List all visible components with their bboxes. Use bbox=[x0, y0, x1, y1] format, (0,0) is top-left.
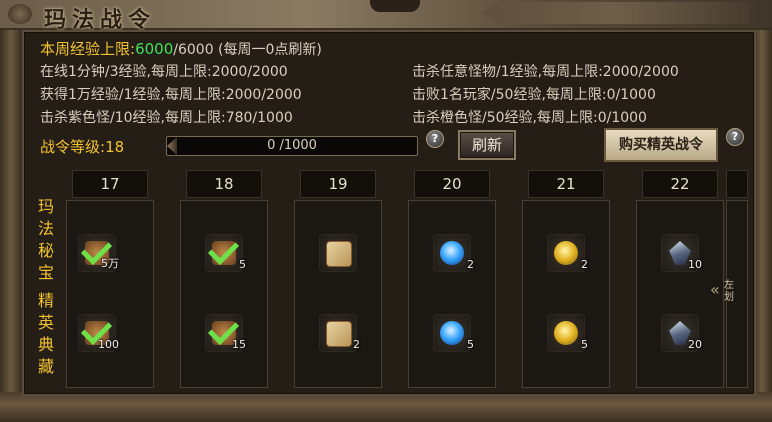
rule-kill-any: 击杀任意怪物/1经验,每周上限:2000/2000 bbox=[412, 64, 679, 80]
title-ornament-icon bbox=[8, 4, 32, 24]
side-char: 典 bbox=[37, 335, 54, 354]
reward-slot[interactable]: 2 bbox=[319, 314, 360, 352]
blue-flame-icon bbox=[440, 241, 464, 265]
weekly-exp-rest: /6000 (每周一0点刷新) bbox=[173, 42, 322, 58]
reward-slot[interactable] bbox=[319, 234, 357, 272]
reward-count: 20 bbox=[688, 338, 702, 351]
side-char: 藏 bbox=[37, 357, 54, 376]
refresh-button[interactable]: 刷新 bbox=[458, 130, 516, 160]
level-column bbox=[66, 200, 154, 388]
weekly-exp-row: 本周经验上限:6000/6000 (每周一0点刷新) bbox=[40, 38, 322, 59]
title-bar: 玛法战令 bbox=[0, 0, 772, 33]
reward-slot[interactable]: 5万 bbox=[78, 233, 119, 272]
side-char: 英 bbox=[37, 313, 54, 332]
side-label-free: 玛 法 秘 宝 精 英 典 藏 bbox=[34, 196, 58, 378]
level-header: 19 bbox=[300, 170, 376, 198]
level-header: 18 bbox=[186, 170, 262, 198]
level-column bbox=[522, 200, 610, 388]
gold-ore-icon bbox=[554, 241, 578, 265]
reward-slot[interactable]: 2 bbox=[433, 234, 474, 272]
reward-slot[interactable]: 5 bbox=[547, 314, 588, 352]
left-border bbox=[0, 30, 22, 422]
side-char: 宝 bbox=[37, 263, 54, 282]
rule-kill-orange: 击杀橙色怪/50经验,每周上限:0/1000 bbox=[412, 110, 647, 126]
progress-bar: 0 /1000 bbox=[166, 136, 418, 156]
progress-text: 0 /1000 bbox=[267, 138, 317, 153]
rule-gain-exp: 获得1万经验/1经验,每周上限:2000/2000 bbox=[40, 87, 302, 103]
reward-slot[interactable]: 5 bbox=[205, 233, 246, 272]
reward-count: 5万 bbox=[101, 257, 119, 270]
reward-count: 100 bbox=[98, 338, 119, 351]
level-header: 22 bbox=[642, 170, 718, 198]
reward-count: 10 bbox=[688, 258, 702, 271]
reward-slot[interactable]: 5 bbox=[433, 314, 474, 352]
scroll-left-label: 左划 bbox=[724, 280, 734, 303]
reward-slot[interactable]: 100 bbox=[78, 313, 119, 352]
reward-slot[interactable]: 15 bbox=[205, 313, 246, 352]
title-decoration bbox=[480, 2, 750, 24]
side-char: 法 bbox=[37, 219, 54, 238]
reward-count: 2 bbox=[353, 338, 360, 351]
reward-count: 2 bbox=[467, 258, 474, 271]
next-level-header bbox=[726, 170, 748, 198]
side-char: 秘 bbox=[37, 241, 54, 260]
reward-count: 2 bbox=[581, 258, 588, 271]
level-header: 17 bbox=[72, 170, 148, 198]
reward-count: 15 bbox=[232, 338, 246, 351]
reward-count: 5 bbox=[467, 338, 474, 351]
scroll-icon bbox=[326, 241, 352, 267]
bottom-border bbox=[0, 392, 772, 422]
help-icon[interactable]: ? bbox=[426, 130, 444, 148]
weekly-exp-label: 本周经验上限: bbox=[40, 40, 136, 58]
help-icon[interactable]: ? bbox=[726, 128, 744, 146]
pass-level-label: 战令等级: bbox=[40, 138, 106, 156]
level-header: 20 bbox=[414, 170, 490, 198]
title-divider bbox=[370, 0, 420, 12]
rule-defeat-player: 击败1名玩家/50经验,每周上限:0/1000 bbox=[412, 87, 656, 103]
pass-level: 战令等级:18 bbox=[40, 136, 124, 157]
level-header: 21 bbox=[528, 170, 604, 198]
scroll-left-nav[interactable]: « 左划 bbox=[710, 280, 740, 320]
reward-slot[interactable]: 20 bbox=[661, 314, 702, 352]
level-column bbox=[180, 200, 268, 388]
rule-online: 在线1分钟/3经验,每周上限:2000/2000 bbox=[40, 64, 288, 80]
pass-level-value: 18 bbox=[105, 138, 125, 156]
level-column bbox=[294, 200, 382, 388]
side-char: 玛 bbox=[37, 197, 54, 216]
rule-kill-purple: 击杀紫色怪/10经验,每周上限:780/1000 bbox=[40, 110, 293, 126]
weekly-exp-current: 6000 bbox=[135, 40, 174, 58]
scroll-icon bbox=[326, 321, 352, 347]
gold-ore-icon bbox=[554, 321, 578, 345]
double-chevron-left-icon: « bbox=[710, 280, 720, 299]
reward-count: 5 bbox=[581, 338, 588, 351]
side-char: 精 bbox=[37, 291, 54, 310]
level-column bbox=[408, 200, 496, 388]
reward-count: 5 bbox=[239, 258, 246, 271]
buy-elite-pass-button[interactable]: 购买精英战令 bbox=[604, 128, 718, 162]
reward-slot[interactable]: 2 bbox=[547, 234, 588, 272]
blue-flame-icon bbox=[440, 321, 464, 345]
reward-slot[interactable]: 10 bbox=[661, 234, 702, 272]
